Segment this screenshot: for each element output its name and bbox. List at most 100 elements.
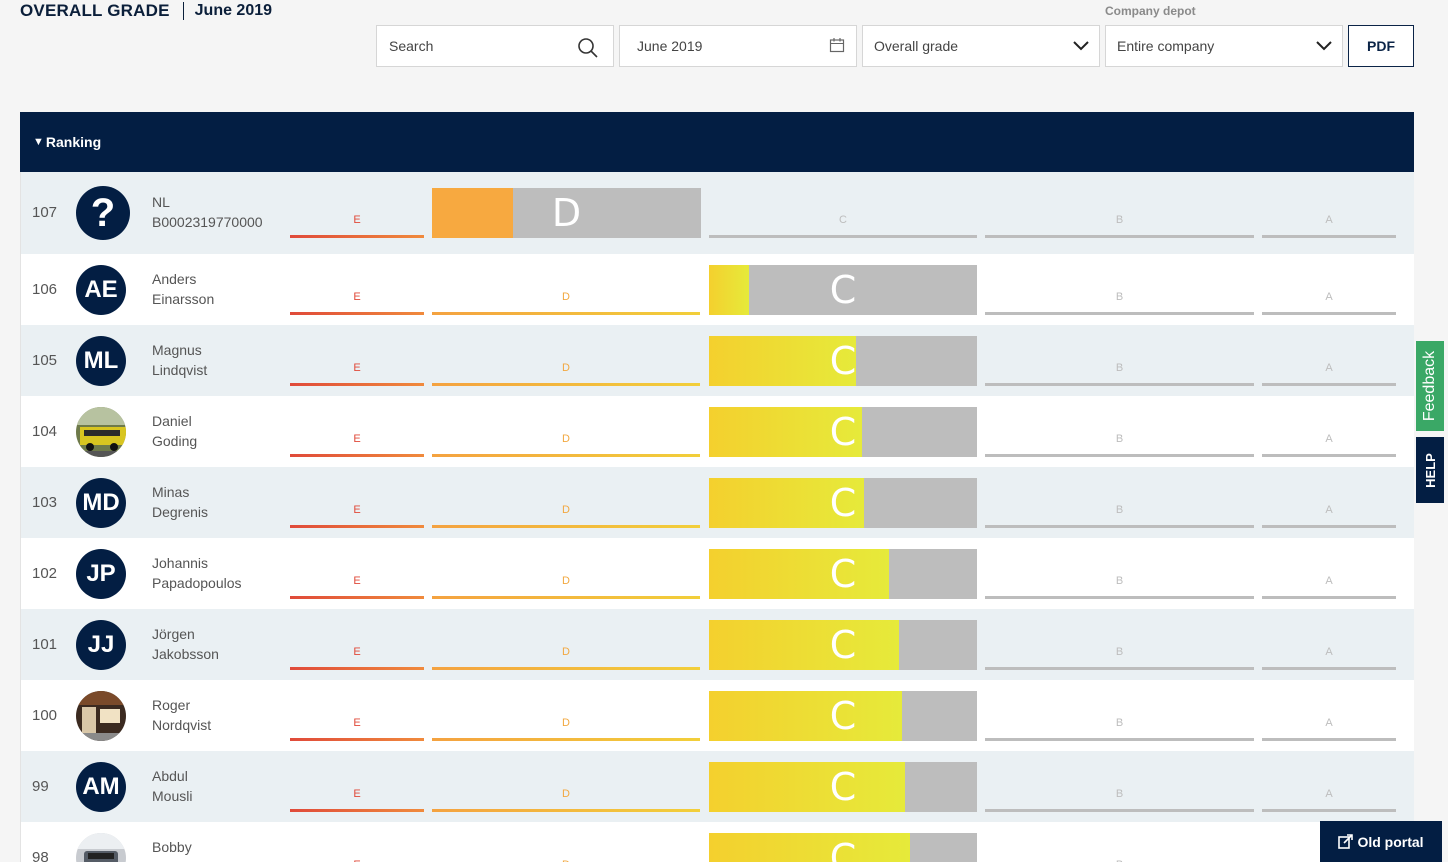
grade-scale-b: B xyxy=(985,433,1254,457)
grade-scale-e: E xyxy=(290,646,424,670)
grade-scale-line xyxy=(290,596,424,599)
driver-name[interactable]: Magnus Lindqvist xyxy=(152,340,292,380)
table-row[interactable]: 105 ML Magnus Lindqvist E D B A C xyxy=(20,325,1414,396)
driver-name[interactable]: Anders Einarsson xyxy=(152,269,292,309)
grade-bar[interactable]: C xyxy=(709,548,977,599)
date-picker[interactable]: June 2019 xyxy=(619,25,857,67)
driver-last-name: Nordqvist xyxy=(152,716,212,733)
grade-scale-line xyxy=(1262,383,1396,386)
driver-name[interactable]: Johannis Papadopoulos xyxy=(152,553,292,593)
driver-first-name: Minas xyxy=(152,483,190,500)
grade-scale-c: C xyxy=(709,214,977,238)
grade-scale-line xyxy=(290,809,424,812)
driver-last-name: Jakobsson xyxy=(152,645,219,662)
table-row[interactable]: 103 MD Minas Degrenis E D B A C xyxy=(20,467,1414,538)
grade-scale-line xyxy=(985,667,1254,670)
grade-scale-line xyxy=(432,312,700,315)
old-portal-button[interactable]: Old portal xyxy=(1320,821,1442,862)
avatar: ML xyxy=(76,335,126,386)
grade-scale-label: E xyxy=(353,433,361,445)
search-icon[interactable] xyxy=(577,37,599,59)
avatar: JJ xyxy=(76,619,126,670)
rank-number: 102 xyxy=(32,564,58,582)
search-input[interactable] xyxy=(389,38,569,54)
grade-scale-line xyxy=(432,596,700,599)
grade-bar[interactable]: C xyxy=(709,761,977,812)
driver-first-name: Magnus xyxy=(152,341,202,358)
help-tab[interactable]: HELP xyxy=(1416,437,1444,503)
grade-scale-line xyxy=(1262,596,1396,599)
grade-scale-label: D xyxy=(562,575,570,587)
depot-select[interactable]: Entire company xyxy=(1105,25,1343,67)
grade-scale-b: B xyxy=(985,575,1254,599)
grade-scale-line xyxy=(432,809,700,812)
grade-scale-b: B xyxy=(985,646,1254,670)
grade-scale-d: D xyxy=(432,504,700,528)
grade-bar[interactable]: C xyxy=(709,477,977,528)
grade-scale-label: D xyxy=(562,291,570,303)
driver-name[interactable]: Bobby xyxy=(152,837,292,857)
table-row[interactable]: 100 Roger Nordqvist E D B A C xyxy=(20,680,1414,751)
grade-scale-label: E xyxy=(353,504,361,516)
table-row[interactable]: 99 AM Abdul Mousli E D B A C xyxy=(20,751,1414,822)
grade-scale-e: E xyxy=(290,717,424,741)
table-row[interactable]: 106 AE Anders Einarsson E D B A C xyxy=(20,254,1414,325)
pdf-button[interactable]: PDF xyxy=(1348,25,1414,67)
grade-bar[interactable]: C xyxy=(709,690,977,741)
feedback-tab[interactable]: Feedback xyxy=(1416,341,1444,431)
driver-first-name: Jörgen xyxy=(152,625,195,642)
grade-scale-a: A xyxy=(1262,717,1396,741)
metric-select[interactable]: Overall grade xyxy=(862,25,1100,67)
grade-scale-a: A xyxy=(1262,504,1396,528)
table-row[interactable]: 101 JJ Jörgen Jakobsson E D B A C xyxy=(20,609,1414,680)
grade-bar[interactable]: C xyxy=(709,832,977,862)
rank-number: 106 xyxy=(32,280,58,298)
driver-name[interactable]: Minas Degrenis xyxy=(152,482,292,522)
grade-letter: C xyxy=(829,267,857,312)
driver-name[interactable]: Jörgen Jakobsson xyxy=(152,624,292,664)
grade-scale-a: A xyxy=(1262,433,1396,457)
grade-scale-b: B xyxy=(985,717,1254,741)
grade-scale-line xyxy=(985,596,1254,599)
driver-first-name: Abdul xyxy=(152,767,188,784)
page-period: June 2019 xyxy=(194,2,273,19)
avatar: AM xyxy=(76,761,126,812)
grade-scale-d: D xyxy=(432,362,700,386)
grade-scale-label: E xyxy=(353,788,361,800)
grade-scale-b: B xyxy=(985,291,1254,315)
driver-name[interactable]: Daniel Goding xyxy=(152,411,292,451)
grade-scale-label: D xyxy=(562,717,570,729)
grade-scale-line xyxy=(432,525,700,528)
table-row[interactable]: 102 JP Johannis Papadopoulos E D B A C xyxy=(20,538,1414,609)
grade-letter: C xyxy=(829,338,857,383)
search-box[interactable] xyxy=(376,25,614,67)
driver-last-name: Goding xyxy=(152,432,198,449)
grade-scale-d: D xyxy=(432,788,700,812)
grade-letter: C xyxy=(829,409,857,454)
unknown-user-icon: ? xyxy=(76,186,130,240)
grade-bar[interactable]: C xyxy=(709,619,977,670)
grade-scale-e: E xyxy=(290,788,424,812)
grade-bar[interactable]: C xyxy=(709,406,977,457)
grade-scale-label: B xyxy=(1115,504,1124,516)
grade-scale-e: E xyxy=(290,504,424,528)
table-row[interactable]: 107? NL B0002319770000 E C B A D xyxy=(20,172,1414,254)
table-row[interactable]: 98BobbyEDBAC xyxy=(20,822,1414,862)
grade-scale-line xyxy=(290,738,424,741)
driver-name[interactable]: NL B0002319770000 xyxy=(152,192,292,232)
grade-bar[interactable]: C xyxy=(709,335,977,386)
page-title: OVERALL GRADE xyxy=(20,1,170,20)
grade-bar[interactable]: D xyxy=(432,188,701,238)
calendar-icon[interactable] xyxy=(829,37,845,53)
grade-scale-line xyxy=(432,454,700,457)
driver-name[interactable]: Abdul Mousli xyxy=(152,766,292,806)
grade-bar[interactable]: C xyxy=(709,264,977,315)
grade-scale-label: D xyxy=(562,788,570,800)
grade-letter: C xyxy=(829,764,857,809)
grade-scale-label: B xyxy=(1115,646,1124,658)
table-row[interactable]: 104 Daniel Goding E D B A C xyxy=(20,396,1414,467)
driver-name[interactable]: Roger Nordqvist xyxy=(152,695,292,735)
rank-number: 105 xyxy=(32,351,58,369)
driver-last-name: Lindqvist xyxy=(152,361,208,378)
ranking-header[interactable]: ▼ Ranking xyxy=(20,112,1414,172)
